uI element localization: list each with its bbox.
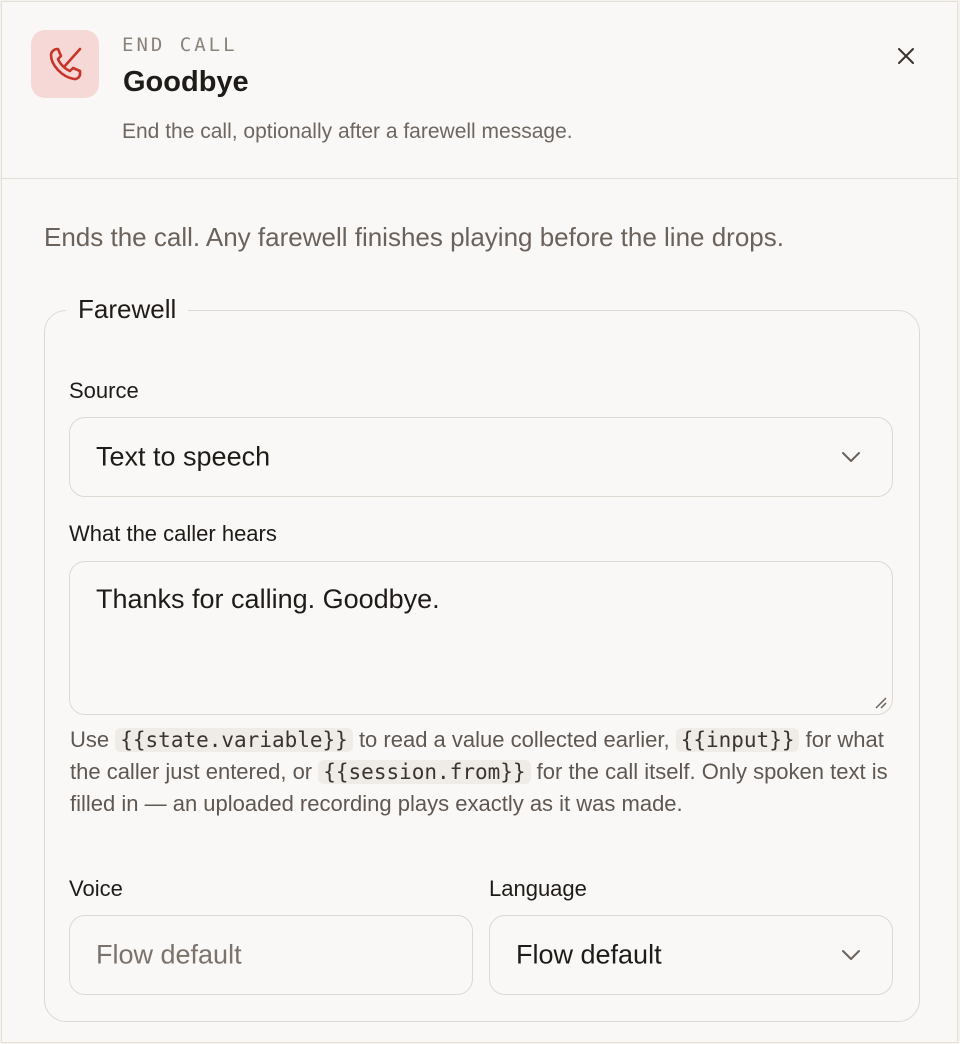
voice-label: Voice xyxy=(69,876,123,901)
phone-hangup-icon xyxy=(49,47,82,81)
help-text-part: Use xyxy=(70,727,116,752)
source-select[interactable]: Text to speech xyxy=(69,417,893,497)
end-call-panel: END CALL Goodbye End the call, optionall… xyxy=(1,1,958,1043)
chevron-down-icon xyxy=(842,950,860,960)
node-type-label: END CALL xyxy=(122,34,238,56)
node-description: Ends the call. Any farewell finishes pla… xyxy=(44,222,784,252)
source-label: Source xyxy=(69,378,139,403)
template-help-text: Use {{state.variable}} to read a value c… xyxy=(70,724,890,820)
resize-handle-icon[interactable] xyxy=(872,694,888,710)
language-label: Language xyxy=(489,876,587,901)
farewell-message-textarea[interactable]: Thanks for calling. Goodbye. xyxy=(69,561,893,715)
session-from-code: {{session.from}} xyxy=(318,760,531,784)
input-code: {{input}} xyxy=(675,728,800,752)
close-icon xyxy=(898,48,914,64)
farewell-message-text: Thanks for calling. Goodbye. xyxy=(96,584,440,614)
state-variable-code: {{state.variable}} xyxy=(115,728,353,752)
help-text-part: to read a value collected earlier, xyxy=(352,727,676,752)
chevron-down-icon xyxy=(842,452,860,462)
voice-input[interactable]: Flow default xyxy=(69,915,473,995)
close-button[interactable] xyxy=(888,38,924,74)
source-select-value: Text to speech xyxy=(96,441,271,472)
node-title: Goodbye xyxy=(123,66,249,98)
farewell-legend: Farewell xyxy=(66,294,189,325)
message-label: What the caller hears xyxy=(69,521,277,546)
voice-input-placeholder: Flow default xyxy=(96,939,242,970)
node-subtitle: End the call, optionally after a farewel… xyxy=(122,120,573,143)
panel-header: END CALL Goodbye End the call, optionall… xyxy=(2,2,957,179)
node-icon-tile xyxy=(31,30,99,98)
language-select[interactable]: Flow default xyxy=(489,915,893,995)
language-select-value: Flow default xyxy=(516,939,662,970)
